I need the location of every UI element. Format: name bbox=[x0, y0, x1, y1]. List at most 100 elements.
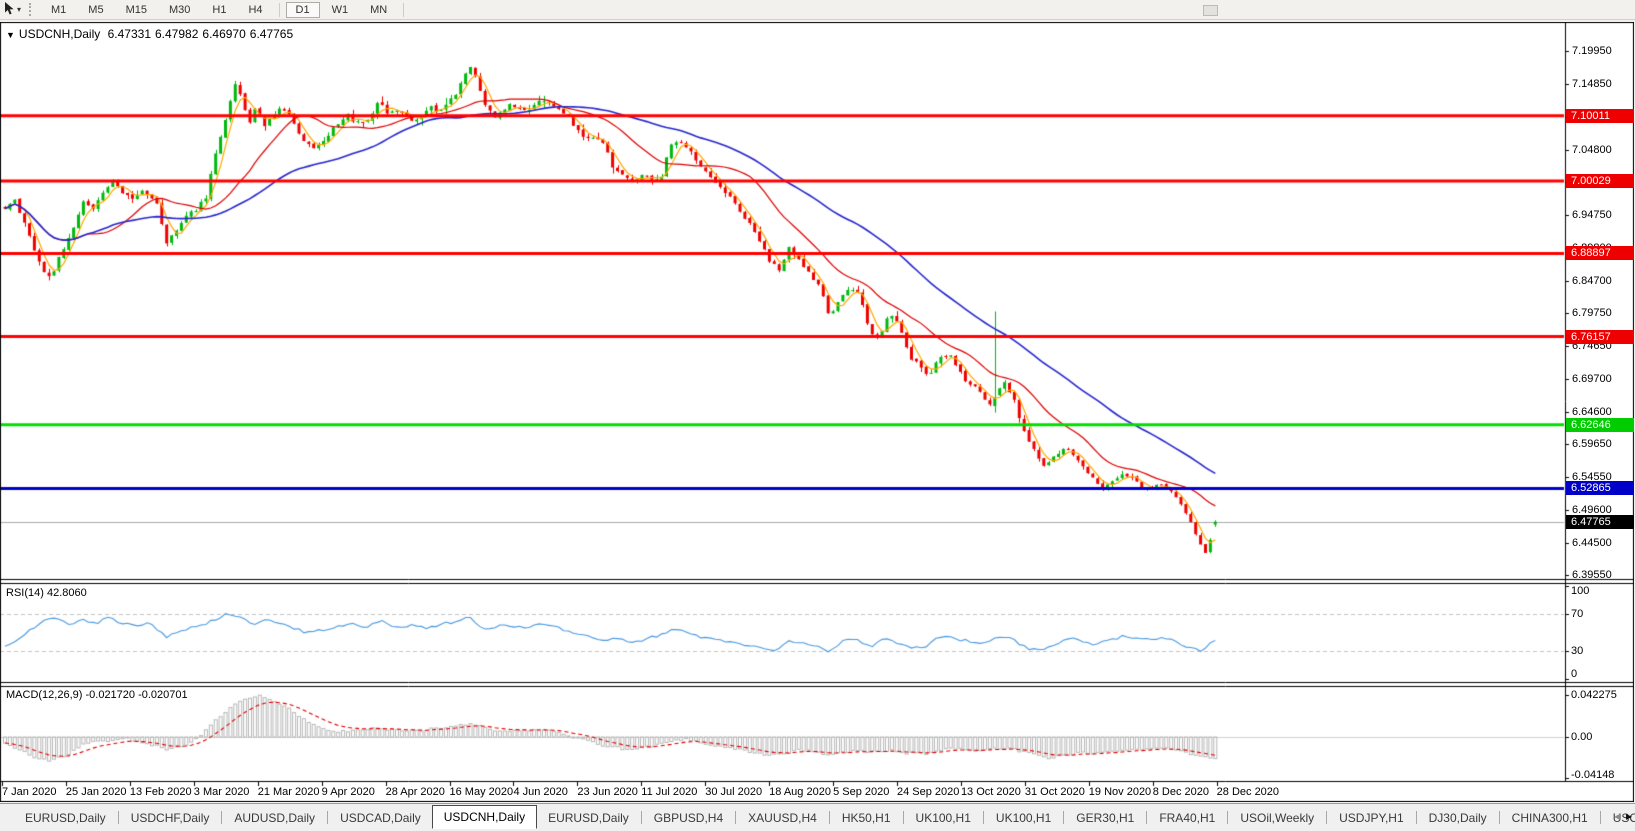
timeframe-buttons: M1 M5 M15 M30 H1 H4 D1 W1 MN bbox=[40, 1, 398, 18]
chart-symbol: USDCNH,Daily bbox=[18, 27, 101, 41]
rsi-value: 42.8060 bbox=[46, 587, 87, 599]
tab-usoil-weekly[interactable]: USOil,Weekly bbox=[1229, 807, 1325, 829]
tab-separator bbox=[735, 811, 737, 824]
price-tick-label: 6.79750 bbox=[1572, 307, 1612, 320]
timeframe-button-d1[interactable]: D1 bbox=[285, 1, 320, 18]
timeframe-toolbar: ▾ M1 M5 M15 M30 H1 H4 D1 W1 MN bbox=[0, 0, 1635, 20]
tab-usdcad-daily[interactable]: USDCAD,Daily bbox=[329, 807, 432, 829]
tab-china300-h1[interactable]: CHINA300,H1 bbox=[1501, 807, 1599, 829]
date-tick-label: 23 Jun 2020 bbox=[577, 786, 638, 798]
tabs-scroll-left-icon[interactable]: ◂ bbox=[1614, 807, 1620, 825]
date-tick-label: 31 Oct 2020 bbox=[1024, 786, 1085, 798]
rsi-tick-label: 0 bbox=[1571, 668, 1578, 680]
rsi-tick-label: 30 bbox=[1571, 645, 1584, 658]
price-badge: 6.76157 bbox=[1566, 329, 1634, 344]
tab-gbpusd-h4[interactable]: GBPUSD,H4 bbox=[643, 807, 734, 829]
macd-label: MACD(12,26,9) -0.021720 -0.020701 bbox=[6, 689, 188, 701]
cursor-icon bbox=[4, 1, 15, 18]
date-tick-label: 19 Nov 2020 bbox=[1088, 786, 1152, 798]
tab-eurusd-daily[interactable]: EURUSD,Daily bbox=[14, 807, 117, 829]
price-tick-label: 6.84700 bbox=[1572, 274, 1612, 287]
tab-separator bbox=[640, 811, 642, 824]
date-tick-label: 9 Apr 2020 bbox=[321, 786, 375, 798]
mt4-app: ▾ M1 M5 M15 M30 H1 H4 D1 W1 MN ▼ USDCNH,Daily 6.4… bbox=[0, 0, 1635, 831]
date-tick-label: 18 Aug 2020 bbox=[769, 786, 831, 798]
price-badge: 6.88897 bbox=[1566, 246, 1634, 261]
tab-eurusd-daily[interactable]: EURUSD,Daily bbox=[537, 807, 640, 829]
price-tick-label: 6.69700 bbox=[1572, 372, 1612, 385]
timeframe-button-w1[interactable]: W1 bbox=[322, 2, 359, 18]
tab-separator bbox=[1227, 811, 1229, 824]
tab-audusd-daily[interactable]: AUDUSD,Daily bbox=[223, 807, 326, 829]
open-value: 6.47331 bbox=[107, 27, 151, 41]
tab-separator bbox=[1415, 811, 1417, 824]
macd-tick-label: 0.042275 bbox=[1571, 689, 1617, 702]
timeframe-button-h4[interactable]: H4 bbox=[238, 2, 272, 18]
tab-separator bbox=[982, 811, 984, 824]
low-value: 6.46970 bbox=[202, 27, 246, 41]
tab-usdchf-daily[interactable]: USDCHF,Daily bbox=[120, 807, 221, 829]
macd-tick-label: 0.00 bbox=[1571, 731, 1593, 743]
date-tick-label: 28 Dec 2020 bbox=[1216, 786, 1280, 798]
date-tick-label: 5 Sep 2020 bbox=[833, 786, 890, 798]
timeframe-button-mn[interactable]: MN bbox=[360, 2, 397, 18]
date-tick-label: 4 Jun 2020 bbox=[513, 786, 568, 798]
tab-separator bbox=[327, 811, 329, 824]
macd-tick-label: -0.04148 bbox=[1571, 769, 1615, 781]
date-tick-label: 13 Feb 2020 bbox=[129, 786, 192, 798]
tab-uk100-h1[interactable]: UK100,H1 bbox=[985, 807, 1062, 829]
price-tick-label: 6.64600 bbox=[1572, 405, 1612, 418]
price-tick-label: 7.14850 bbox=[1572, 78, 1612, 91]
tab-scroll-arrows: ◂ ▸ bbox=[1614, 807, 1632, 825]
collapse-icon[interactable]: ▼ bbox=[6, 30, 15, 40]
tab-dj30-daily[interactable]: DJ30,Daily bbox=[1418, 807, 1498, 829]
timeframe-button-m5[interactable]: M5 bbox=[78, 2, 113, 18]
date-tick-label: 25 Jan 2020 bbox=[65, 786, 127, 798]
date-tick-label: 3 Mar 2020 bbox=[193, 786, 250, 798]
toolbar-separator bbox=[403, 2, 405, 17]
tabs-scroll-right-icon[interactable]: ▸ bbox=[1626, 807, 1632, 825]
tab-separator bbox=[828, 811, 830, 824]
tab-uk100-h1[interactable]: UK100,H1 bbox=[905, 807, 982, 829]
price-badge: 6.47765 bbox=[1566, 514, 1634, 529]
toolbar-grip[interactable] bbox=[29, 3, 34, 16]
tab-usdjpy-h1[interactable]: USDJPY,H1 bbox=[1328, 807, 1414, 829]
date-tick-label: 11 Jul 2020 bbox=[641, 786, 698, 798]
price-tick-label: 7.19950 bbox=[1572, 45, 1612, 57]
chart-tabs: EURUSD,Daily USDCHF,Daily AUDUSD,Daily USDC… bbox=[14, 804, 1635, 830]
tab-separator bbox=[221, 811, 223, 824]
price-badge: 7.10011 bbox=[1566, 108, 1634, 123]
tab-separator bbox=[1498, 811, 1500, 824]
price-badge: 6.62646 bbox=[1566, 417, 1634, 432]
date-tick-label: 28 Apr 2020 bbox=[385, 786, 445, 798]
high-value: 6.47982 bbox=[155, 27, 199, 41]
tab-usdcnh-daily[interactable]: USDCNH,Daily bbox=[431, 804, 538, 829]
close-value: 6.47765 bbox=[249, 27, 294, 41]
tab-separator bbox=[117, 811, 119, 824]
tab-fra40-h1[interactable]: FRA40,H1 bbox=[1148, 807, 1226, 829]
rsi-label: RSI(14) 42.8060 bbox=[6, 587, 87, 599]
date-tick-label: 8 Dec 2020 bbox=[1152, 786, 1209, 798]
timeframe-button-m15[interactable]: M15 bbox=[116, 2, 157, 18]
tab-hk50-h1[interactable]: HK50,H1 bbox=[831, 807, 902, 829]
price-tick-label: 7.04800 bbox=[1572, 143, 1612, 156]
tab-separator bbox=[1599, 811, 1601, 824]
chart-tab-bar: EURUSD,Daily USDCHF,Daily AUDUSD,Daily USDC… bbox=[0, 803, 1635, 831]
date-tick-label: 7 Jan 2020 bbox=[2, 786, 57, 798]
tab-ger30-h1[interactable]: GER30,H1 bbox=[1065, 807, 1145, 829]
date-tick-label: 24 Sep 2020 bbox=[897, 786, 960, 798]
chart-canvas[interactable] bbox=[0, 22, 1634, 802]
macd-values: -0.021720 -0.020701 bbox=[85, 689, 188, 701]
tab-separator bbox=[902, 811, 904, 824]
tab-xauusd-h4[interactable]: XAUUSD,H4 bbox=[737, 807, 828, 829]
timeframe-button-h1[interactable]: H1 bbox=[202, 2, 236, 18]
toolbar-overflow-button[interactable] bbox=[1203, 5, 1218, 16]
cursor-tool-button[interactable]: ▾ bbox=[0, 1, 25, 18]
tab-separator bbox=[1063, 811, 1065, 824]
price-tick-label: 6.39550 bbox=[1572, 569, 1612, 582]
timeframe-button-m30[interactable]: M30 bbox=[159, 2, 200, 18]
rsi-tick-label: 70 bbox=[1571, 607, 1584, 620]
tab-separator bbox=[1146, 811, 1148, 824]
timeframe-button-m1[interactable]: M1 bbox=[41, 2, 76, 18]
price-tick-label: 6.44500 bbox=[1572, 537, 1612, 549]
